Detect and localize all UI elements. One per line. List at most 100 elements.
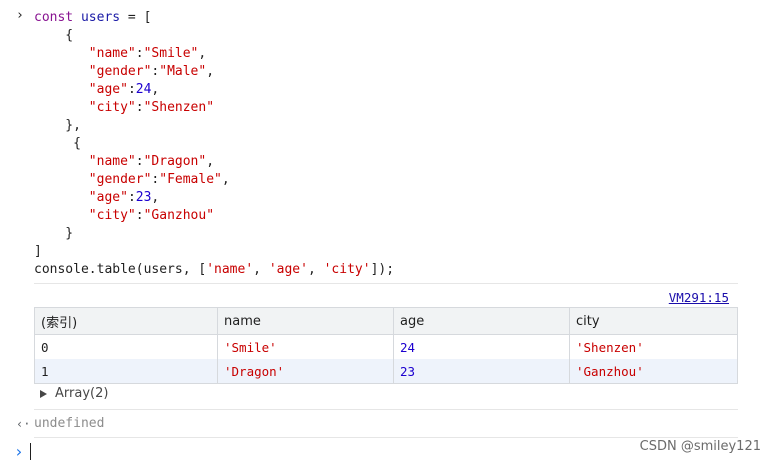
code-token: 'city' [323,262,371,277]
column-header-name[interactable]: name [217,307,394,335]
table-row[interactable]: 1 'Dragon' 23 'Ganzhou' [34,359,738,384]
code-line: "gender":"Male", [34,63,394,81]
watermark: CSDN @smiley121 [639,439,761,454]
code-line: { [34,135,394,153]
table-cell-age: 24 [393,334,570,359]
code-token: , [253,262,269,277]
code-token: "age" [88,190,128,205]
code-token: ]); [370,262,395,277]
table-cell-name: 'Dragon' [217,359,394,384]
code-token: 'age' [268,262,308,277]
code-token: : [127,82,136,97]
code-line: "age":23, [34,189,394,207]
expand-triangle-icon[interactable] [40,389,47,398]
column-header-city[interactable]: city [569,307,738,335]
message-separator [34,437,738,438]
devtools-console: › const users = [ { "name":"Smile", "gen… [0,0,775,465]
code-token: "city" [88,100,136,115]
code-line: "name":"Dragon", [34,153,394,171]
code-line: "name":"Smile", [34,45,394,63]
code-token: , [206,154,215,169]
return-value: undefined [34,416,105,431]
return-value-row: ‹· undefined [16,416,104,431]
table-cell-age: 23 [393,359,570,384]
code-token: , [151,190,160,205]
text-caret[interactable] [30,443,31,460]
code-line: }, [34,117,394,135]
column-header-index[interactable]: (索引) [34,307,218,335]
table-row[interactable]: 0 'Smile' 24 'Shenzen' [34,334,738,359]
code-token: { [34,28,74,43]
code-token: } [34,226,74,241]
code-token: 'name' [206,262,254,277]
array-expander[interactable]: Array(2) [40,386,108,401]
code-token: ] [34,244,42,259]
table-cell-name: 'Smile' [217,334,394,359]
code-token: 23 [135,190,152,205]
table-cell-city: 'Shenzen' [569,334,738,359]
code-token: "age" [88,82,128,97]
code-line: { [34,27,394,45]
code-token: console.table(users, [ [34,262,207,277]
code-line: const users = [ [34,9,394,27]
code-token: "gender" [88,172,152,187]
prompt-chevron-icon: › [14,442,24,461]
message-separator [34,409,738,410]
column-header-age[interactable]: age [393,307,570,335]
code-token: "gender" [88,64,152,79]
code-token: : [135,46,144,61]
code-line: "city":"Shenzen" [34,99,394,117]
code-line: "city":"Ganzhou" [34,207,394,225]
code-token: }, [34,118,81,133]
code-token: 24 [135,82,152,97]
code-token: , [198,46,207,61]
table-cell-city: 'Ganzhou' [569,359,738,384]
code-token: , [206,64,215,79]
table-cell-index: 1 [34,359,218,384]
code-token: : [135,208,144,223]
code-token: , [221,172,230,187]
code-token: , [307,262,324,277]
code-token: : [135,154,144,169]
code-token: : [135,100,144,115]
input-chevron-icon: › [16,8,24,23]
message-separator [34,283,738,284]
table-cell-index: 0 [34,334,218,359]
code-token: { [34,136,81,151]
code-token: "name" [88,154,136,169]
code-token: = [ [120,10,152,25]
code-line: "age":24, [34,81,394,99]
code-token: "Male" [159,64,207,79]
code-token: "Shenzen" [143,100,215,115]
console-input[interactable]: › [14,442,31,461]
console-table: (索引) name age city 0 'Smile' 24 'Shenzen… [34,307,738,384]
code-token: const [34,10,74,25]
code-line: ] [34,243,394,261]
code-line: "gender":"Female", [34,171,394,189]
code-token: "Smile" [143,46,199,61]
code-line: console.table(users, ['name', 'age', 'ci… [34,261,394,279]
array-summary-label: Array(2) [55,386,109,401]
code-token: users [80,10,121,25]
code-input-echo: const users = [ { "name":"Smile", "gende… [34,9,394,279]
code-token: : [127,190,136,205]
code-token: , [151,82,160,97]
code-line: } [34,225,394,243]
return-arrow-icon: ‹· [16,416,31,431]
code-token: "city" [88,208,136,223]
code-token: "Dragon" [143,154,207,169]
table-header-row: (索引) name age city [34,307,738,335]
source-link[interactable]: VM291:15 [669,290,729,305]
code-token: "name" [88,46,136,61]
code-token: "Ganzhou" [143,208,215,223]
code-token: "Female" [159,172,222,187]
